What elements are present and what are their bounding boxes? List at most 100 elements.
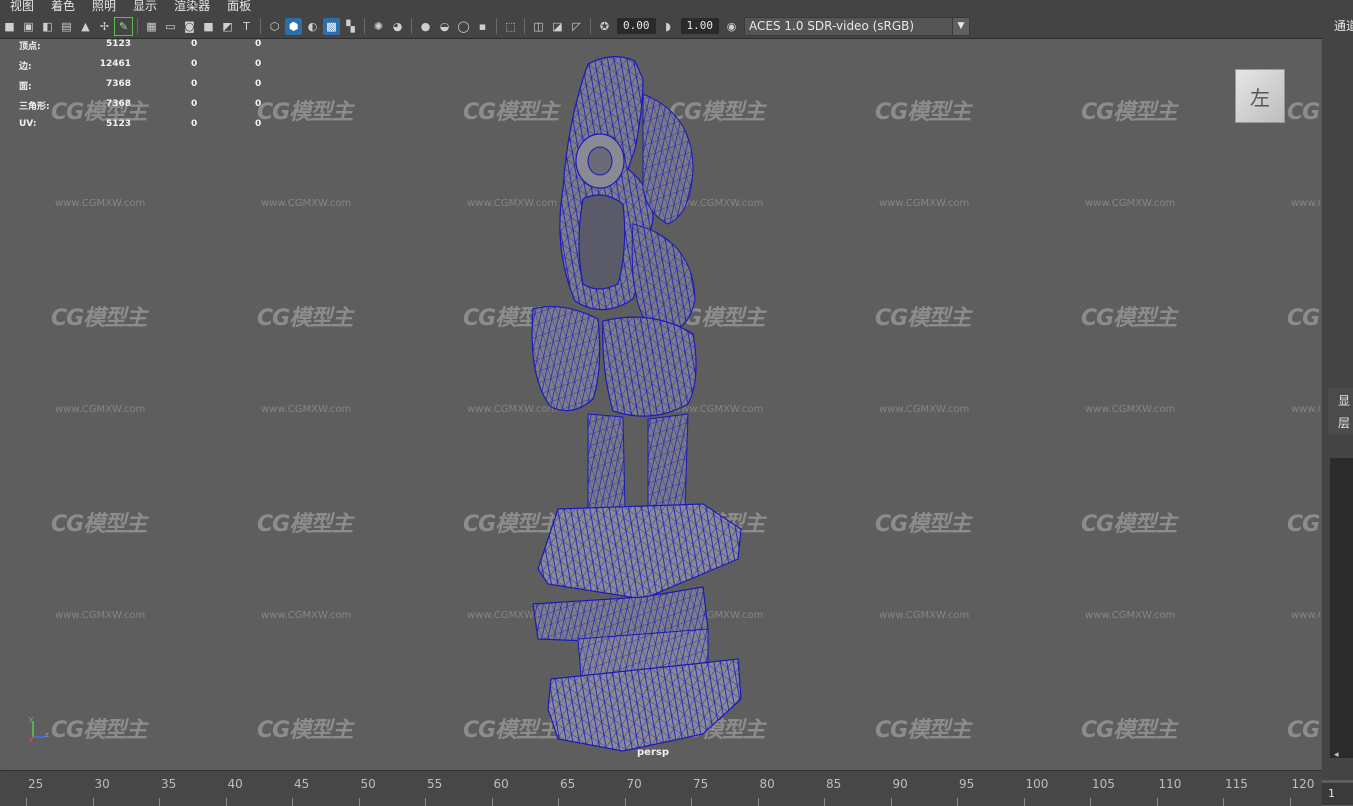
- timeline-tick-label: 40: [227, 777, 243, 791]
- statue-mesh: [531, 56, 742, 752]
- xray-icon[interactable]: ▚: [342, 18, 359, 35]
- gamma-icon[interactable]: ◗: [660, 18, 677, 35]
- gamma-field[interactable]: 1.00: [680, 18, 719, 34]
- timeline-tick-label: 25: [28, 777, 44, 791]
- hud-value: 0: [191, 99, 198, 109]
- toolbar-separator: [364, 18, 365, 34]
- hud-value: 7368: [105, 99, 131, 109]
- timeline-tick-label: 105: [1092, 777, 1115, 791]
- ambient-occlusion-icon[interactable]: ●: [417, 18, 434, 35]
- safe-title-frame-icon[interactable]: ◩: [219, 18, 236, 35]
- time-slider[interactable]: 25 30 35 40 45 50 55 60 65 70 75 80 85 90 95 100 105 110 1…: [0, 770, 1322, 806]
- wireframe-icon[interactable]: ⬡: [266, 18, 283, 35]
- timeline-tick-label: 50: [360, 777, 376, 791]
- menu-shading[interactable]: 着色: [41, 0, 82, 14]
- hud-value: 0: [255, 119, 262, 129]
- hud-value: 0: [191, 59, 198, 69]
- channel-box-title[interactable]: 通道: [1334, 17, 1353, 34]
- safe-title-icon[interactable]: ■: [200, 18, 217, 35]
- view-cube-face-label: 左: [1250, 85, 1270, 110]
- hud-label: 三角形:: [19, 102, 50, 112]
- gate-mask-icon[interactable]: ▦: [143, 18, 160, 35]
- layers-menu[interactable]: 层: [1338, 414, 1350, 431]
- isolate-select-icon[interactable]: ⬚: [502, 18, 519, 35]
- hud-value: 0: [191, 119, 198, 129]
- expand-icon[interactable]: ◸: [568, 18, 585, 35]
- hud-label: UV:: [19, 119, 37, 129]
- depth-of-field-icon[interactable]: ▪: [474, 18, 491, 35]
- display-layer-tab[interactable]: 显: [1338, 392, 1350, 409]
- axis-y-label: y: [29, 715, 33, 723]
- hud-row-edges: 边: 12461 0 0: [19, 59, 279, 79]
- hud-value: 7368: [105, 79, 131, 89]
- scroll-left-icon[interactable]: ◂: [1334, 750, 1339, 760]
- hud-value: 0: [191, 39, 198, 49]
- menu-lighting[interactable]: 照明: [82, 0, 123, 14]
- timeline-tick-label: 110: [1158, 777, 1182, 791]
- timeline-tick-label: 100: [1025, 777, 1049, 791]
- camera-attributes-icon[interactable]: ▣: [20, 18, 37, 35]
- smooth-shade-icon[interactable]: ⬢: [285, 17, 302, 35]
- menu-view[interactable]: 视图: [0, 0, 41, 14]
- motion-blur-icon[interactable]: ◒: [436, 18, 453, 35]
- wireframe-statue-model: [531, 56, 742, 752]
- hud-value: 5123: [105, 119, 131, 129]
- timeline-tick-label: 65: [560, 777, 576, 791]
- resolution-gate-icon[interactable]: ✎: [114, 16, 133, 36]
- hud-row-uvs: UV: 5123 0 0: [19, 119, 279, 139]
- menu-show[interactable]: 显示: [123, 0, 164, 14]
- timeline-tick-label: 95: [959, 777, 975, 791]
- hud-row-faces: 面: 7368 0 0: [19, 79, 279, 99]
- hud-value: 0: [255, 79, 262, 89]
- toolbar-separator: [590, 18, 591, 34]
- camera-name-label: persp: [637, 747, 669, 758]
- use-default-material-icon[interactable]: ◐: [304, 18, 321, 35]
- hud-value: 0: [255, 59, 262, 69]
- view-cube[interactable]: 左: [1235, 69, 1285, 123]
- viewport-toolbar: ■ ▣ ◧ ▤ ▲ ✢ ✎ ▦ ▭ ◙ ■ ◩ T ⬡ ⬢ ◐ ▩ ▚ ✺ ◕ …: [0, 14, 1322, 39]
- hud-value: 5123: [105, 39, 131, 49]
- perspective-viewport[interactable]: CG模型主 www.CGMXW.com CG模型主 www.CGMXW.com CG模型…: [3, 39, 1320, 770]
- colorspace-dropdown[interactable]: ACES 1.0 SDR-video (sRGB) ▼: [744, 16, 970, 36]
- wireframe-on-shaded-icon[interactable]: ▩: [323, 17, 340, 35]
- timeline-tick-label: 75: [693, 777, 709, 791]
- color-management-icon[interactable]: ◉: [723, 18, 740, 35]
- backface-icon[interactable]: ◪: [549, 18, 566, 35]
- timeline-tick-label: 85: [826, 777, 842, 791]
- exposure-field[interactable]: 0.00: [617, 18, 656, 34]
- safe-action-icon[interactable]: ◙: [181, 18, 198, 35]
- timeline-tick-label: 35: [161, 777, 177, 791]
- timeline-tick-label: 60: [493, 777, 509, 791]
- image-plane-icon[interactable]: ▤: [58, 18, 75, 35]
- film-gate-icon[interactable]: ✢: [96, 18, 113, 35]
- hud-row-triangles: 三角形: 7368 0 0: [19, 99, 279, 119]
- viewport-menu-bar: 视图 着色 照明 显示 渲染器 面板: [0, 0, 1322, 14]
- menu-panels[interactable]: 面板: [217, 0, 258, 14]
- toolbar-separator: [496, 18, 497, 34]
- exposure-icon[interactable]: ✪: [596, 18, 613, 35]
- text-icon[interactable]: T: [238, 18, 255, 35]
- timeline-tick-label: 55: [427, 777, 443, 791]
- toolbar-separator: [411, 18, 412, 34]
- colorspace-value: ACES 1.0 SDR-video (sRGB): [749, 18, 915, 33]
- lights-icon[interactable]: ✺: [370, 18, 387, 35]
- xray-joints-icon[interactable]: ◫: [530, 18, 547, 35]
- channel-box-panel: 通道 显 层 ◂: [1322, 0, 1353, 780]
- anti-alias-icon[interactable]: ◯: [455, 18, 472, 35]
- current-frame-field[interactable]: 1: [1322, 783, 1353, 805]
- chevron-down-icon[interactable]: ▼: [952, 17, 969, 35]
- toolbar-separator: [260, 18, 261, 34]
- grid-icon[interactable]: ▲: [77, 18, 94, 35]
- hud-label: 顶点:: [19, 42, 41, 52]
- toolbar-separator: [524, 18, 525, 34]
- menu-renderer[interactable]: 渲染器: [164, 0, 217, 14]
- camera-icon[interactable]: ■: [1, 18, 18, 35]
- bookmark-icon[interactable]: ◧: [39, 18, 56, 35]
- toolbar-separator: [137, 18, 138, 34]
- hud-value: 0: [255, 99, 262, 109]
- shadows-icon[interactable]: ◕: [389, 18, 406, 35]
- timeline-tick-label: 70: [626, 777, 642, 791]
- field-chart-icon[interactable]: ▭: [162, 18, 179, 35]
- layer-list: [1330, 458, 1353, 758]
- hud-value: 0: [255, 39, 262, 49]
